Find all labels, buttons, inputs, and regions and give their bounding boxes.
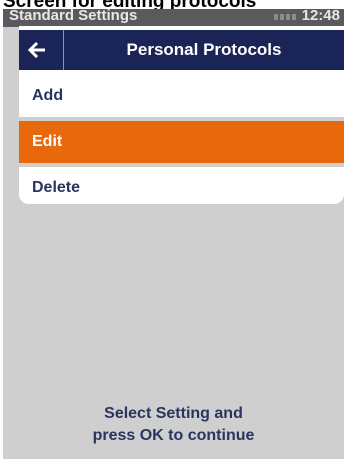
signal-icon xyxy=(274,14,296,20)
arrow-left-icon xyxy=(27,41,45,59)
hint-line-1: Select Setting and xyxy=(104,405,243,422)
panel-header: Personal Protocols xyxy=(19,30,344,70)
menu-list: Add Edit Delete xyxy=(19,75,344,204)
device-screen: Standard Settings 12:48 Personal Protoco… xyxy=(3,9,344,459)
menu-item-add[interactable]: Add xyxy=(19,75,344,117)
hint-text: Select Setting and press OK to continue xyxy=(3,403,344,447)
menu-item-delete[interactable]: Delete xyxy=(19,167,344,204)
page-title: Personal Protocols xyxy=(126,40,282,59)
hint-line-2: press OK to continue xyxy=(92,427,255,444)
status-title: Standard Settings xyxy=(9,9,138,24)
menu-panel: Personal Protocols Add Edit Delete xyxy=(19,26,344,204)
back-button[interactable] xyxy=(19,30,55,70)
menu-item-edit[interactable]: Edit xyxy=(19,121,344,163)
status-bar: Standard Settings 12:48 xyxy=(3,9,344,27)
status-time: 12:48 xyxy=(301,9,340,24)
